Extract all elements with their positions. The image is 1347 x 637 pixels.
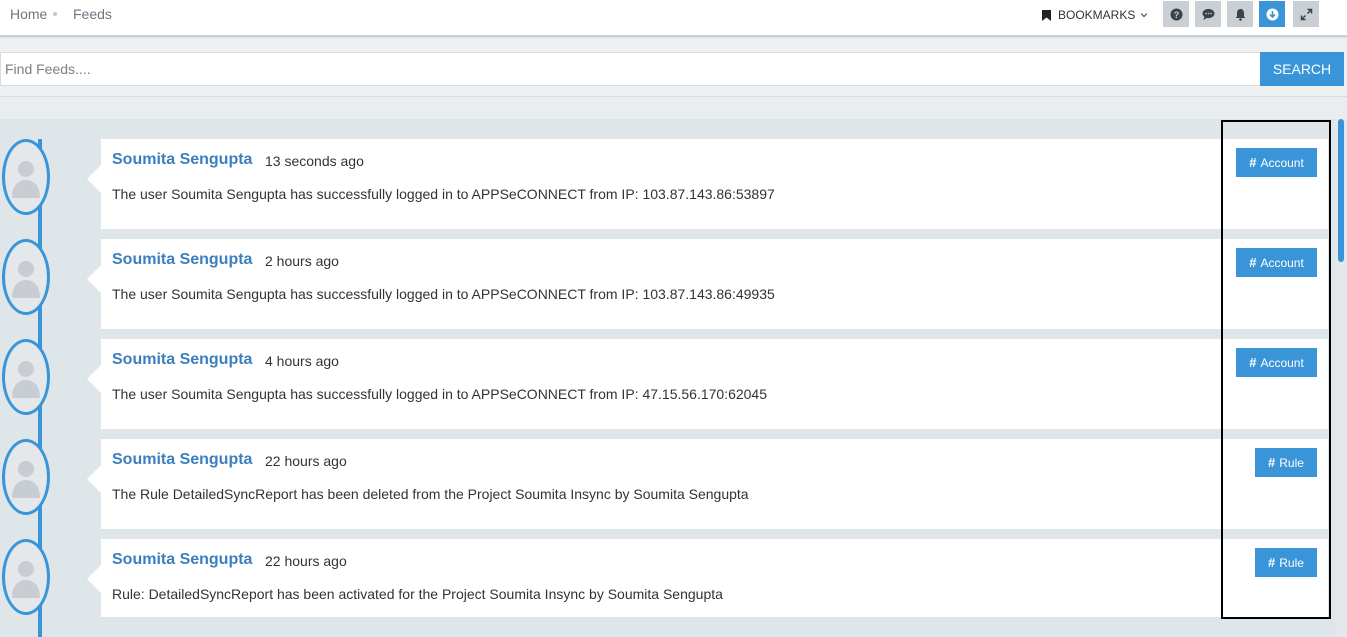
scrollbar-thumb[interactable] <box>1338 119 1344 262</box>
feed-timestamp: 13 seconds ago <box>265 153 364 169</box>
user-silhouette-icon <box>12 561 40 598</box>
tag-label: Rule <box>1279 455 1304 470</box>
feed-timestamp: 4 hours ago <box>265 353 339 369</box>
feed-card: Soumita Sengupta 13 seconds ago The user… <box>101 139 1328 229</box>
tag-label: Account <box>1260 255 1304 270</box>
avatar <box>2 539 50 615</box>
feed-timeline: Soumita Sengupta 13 seconds ago The user… <box>0 119 1336 637</box>
card-pointer <box>87 365 101 393</box>
hash-icon: # <box>1268 455 1276 470</box>
chat-button[interactable] <box>1195 1 1221 27</box>
card-pointer <box>87 565 101 593</box>
breadcrumb-home[interactable]: Home <box>10 6 47 22</box>
feed-message: The user Soumita Sengupta has successful… <box>112 386 768 402</box>
expand-icon <box>1300 8 1312 20</box>
hash-icon: # <box>1249 355 1257 370</box>
find-feeds-input[interactable] <box>0 52 1260 86</box>
user-silhouette-icon <box>12 261 40 298</box>
card-pointer <box>87 465 101 493</box>
feed-user-name[interactable]: Soumita Sengupta <box>112 451 252 469</box>
feed-message: Rule: DetailedSyncReport has been activa… <box>112 586 723 602</box>
vertical-scrollbar[interactable] <box>1336 119 1347 637</box>
rule-tag-button[interactable]: # Rule <box>1255 548 1317 577</box>
feed-user-name[interactable]: Soumita Sengupta <box>112 151 252 169</box>
user-silhouette-icon <box>12 461 40 498</box>
feed-message: The user Soumita Sengupta has successful… <box>112 186 775 202</box>
feed-card: Soumita Sengupta 4 hours ago The user So… <box>101 339 1328 429</box>
feed-user-name[interactable]: Soumita Sengupta <box>112 251 252 269</box>
account-tag-button[interactable]: # Account <box>1236 248 1317 277</box>
feed-card: Soumita Sengupta 22 hours ago The Rule D… <box>101 439 1328 529</box>
avatar <box>2 139 50 215</box>
section-divider <box>0 96 1347 119</box>
download-button[interactable] <box>1259 1 1285 27</box>
chat-icon <box>1202 8 1214 20</box>
bookmark-icon <box>1042 9 1051 21</box>
feed-card: Soumita Sengupta 22 hours ago Rule: Deta… <box>101 539 1328 617</box>
hash-icon: # <box>1268 555 1276 570</box>
fullscreen-button[interactable] <box>1293 1 1319 27</box>
feed-message: The user Soumita Sengupta has successful… <box>112 286 775 302</box>
top-bar: Home Feeds BOOKMARKS ? <box>0 0 1347 37</box>
bookmarks-label: BOOKMARKS <box>1058 8 1136 22</box>
help-button[interactable]: ? <box>1163 1 1189 27</box>
bell-icon <box>1235 8 1245 21</box>
hash-icon: # <box>1249 255 1257 270</box>
rule-tag-button[interactable]: # Rule <box>1255 448 1317 477</box>
tag-label: Account <box>1260 155 1304 170</box>
card-pointer <box>87 165 101 193</box>
avatar <box>2 339 50 415</box>
feed-user-name[interactable]: Soumita Sengupta <box>112 551 252 569</box>
avatar <box>2 439 50 515</box>
notifications-button[interactable] <box>1227 1 1253 27</box>
user-silhouette-icon <box>12 361 40 398</box>
feed-timestamp: 22 hours ago <box>265 553 347 569</box>
hash-icon: # <box>1249 155 1257 170</box>
breadcrumb-separator <box>53 12 57 16</box>
account-tag-button[interactable]: # Account <box>1236 348 1317 377</box>
breadcrumb-feeds[interactable]: Feeds <box>73 6 112 22</box>
search-bar: SEARCH <box>0 52 1347 86</box>
avatar <box>2 239 50 315</box>
feed-timestamp: 2 hours ago <box>265 253 339 269</box>
card-pointer <box>87 265 101 293</box>
feed-timestamp: 22 hours ago <box>265 453 347 469</box>
download-icon <box>1266 8 1278 20</box>
bookmarks-dropdown[interactable]: BOOKMARKS <box>1042 7 1148 23</box>
tag-label: Account <box>1260 355 1304 370</box>
svg-text:?: ? <box>1173 10 1179 20</box>
help-icon: ? <box>1170 8 1182 20</box>
search-button[interactable]: SEARCH <box>1260 52 1344 86</box>
feed-card: Soumita Sengupta 2 hours ago The user So… <box>101 239 1328 329</box>
feed-user-name[interactable]: Soumita Sengupta <box>112 351 252 369</box>
tag-label: Rule <box>1279 555 1304 570</box>
feed-message: The Rule DetailedSyncReport has been del… <box>112 486 749 502</box>
user-silhouette-icon <box>12 161 40 198</box>
account-tag-button[interactable]: # Account <box>1236 148 1317 177</box>
chevron-down-icon <box>1140 13 1148 18</box>
